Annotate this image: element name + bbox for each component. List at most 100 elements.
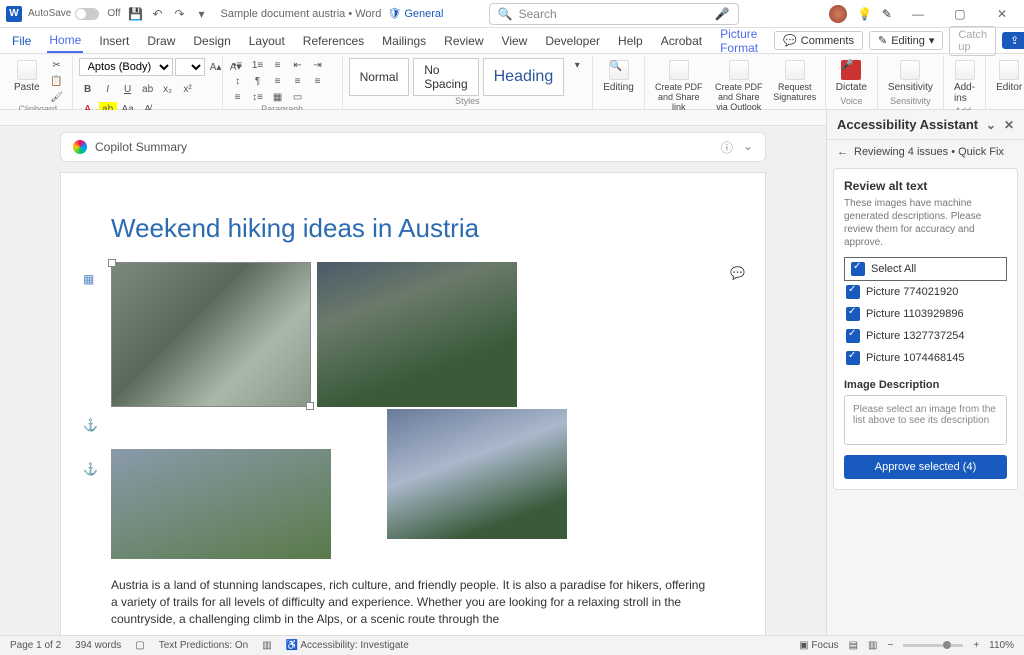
- bullets-button[interactable]: •≡: [229, 58, 247, 72]
- display-settings-icon[interactable]: ▥: [262, 640, 271, 651]
- user-avatar[interactable]: [829, 5, 847, 23]
- zoom-in-icon[interactable]: +: [973, 640, 979, 651]
- style-heading[interactable]: Heading: [483, 58, 565, 96]
- pen-icon[interactable]: ✎: [882, 7, 892, 21]
- font-name-select[interactable]: Aptos (Body): [79, 58, 173, 76]
- editor-button[interactable]: Editor: [992, 58, 1024, 95]
- close-button[interactable]: ✕: [986, 3, 1018, 25]
- zoom-slider[interactable]: [903, 644, 963, 647]
- style-no-spacing[interactable]: No Spacing: [413, 58, 478, 96]
- paste-button[interactable]: Paste: [10, 58, 44, 95]
- redo-icon[interactable]: ↷: [172, 6, 188, 22]
- focus-mode[interactable]: ▣ Focus: [799, 640, 838, 651]
- bold-button[interactable]: B: [79, 82, 97, 96]
- decrease-indent-button[interactable]: ⇤: [289, 58, 307, 72]
- select-all-row[interactable]: Select All: [844, 257, 1007, 281]
- info-icon[interactable]: ⓘ: [721, 139, 733, 156]
- checkbox-icon[interactable]: [846, 307, 860, 321]
- comments-button[interactable]: 💬 Comments: [774, 31, 863, 50]
- tab-draw[interactable]: Draw: [145, 30, 177, 52]
- tab-file[interactable]: File: [10, 30, 33, 52]
- mic-icon[interactable]: 🎤: [715, 7, 730, 21]
- checkbox-icon[interactable]: [851, 262, 865, 276]
- sensitivity-button[interactable]: Sensitivity: [884, 58, 937, 95]
- shading-button[interactable]: ▦: [269, 90, 287, 104]
- close-panel-icon[interactable]: ✕: [1004, 118, 1014, 132]
- align-right-button[interactable]: ≡: [309, 74, 327, 88]
- request-signatures-button[interactable]: Request Signatures: [771, 58, 819, 104]
- comment-icon[interactable]: 💬: [730, 266, 745, 280]
- styles-more-icon[interactable]: ▾: [568, 58, 586, 72]
- panel-breadcrumb[interactable]: ← Reviewing 4 issues • Quick Fix: [827, 140, 1024, 164]
- selected-image[interactable]: [111, 262, 311, 407]
- image-4[interactable]: [387, 409, 567, 539]
- layout-options-icon[interactable]: ▦: [83, 272, 99, 288]
- qat-dropdown-icon[interactable]: ▾: [194, 6, 210, 22]
- checkbox-icon[interactable]: [846, 329, 860, 343]
- page-status[interactable]: Page 1 of 2: [10, 640, 61, 651]
- description-box[interactable]: Please select an image from the list abo…: [844, 395, 1007, 445]
- tab-layout[interactable]: Layout: [247, 30, 287, 52]
- word-count[interactable]: 394 words: [75, 640, 121, 651]
- tab-picture-format[interactable]: Picture Format: [718, 23, 760, 59]
- image-list-item[interactable]: Picture 1327737254: [844, 325, 1007, 347]
- style-normal[interactable]: Normal: [349, 58, 410, 96]
- accessibility-status[interactable]: ♿ Accessibility: Investigate: [286, 640, 409, 651]
- image-list-item[interactable]: Picture 1074468145: [844, 347, 1007, 369]
- copilot-summary-bar[interactable]: Copilot Summary ⓘ ⌄: [60, 132, 766, 162]
- line-spacing-button[interactable]: ↕≡: [249, 90, 267, 104]
- sort-button[interactable]: ↕: [229, 74, 247, 88]
- language-icon[interactable]: ▢: [135, 640, 144, 651]
- format-painter-icon[interactable]: 🖌: [48, 90, 66, 104]
- chevron-down-icon[interactable]: ⌄: [986, 118, 996, 132]
- approve-button[interactable]: Approve selected (4): [844, 455, 1007, 479]
- catchup-button[interactable]: Catch up: [949, 26, 996, 56]
- save-icon[interactable]: 💾: [128, 6, 144, 22]
- create-pdf-share-link-button[interactable]: Create PDF and Share link: [651, 58, 707, 114]
- tab-references[interactable]: References: [301, 30, 366, 52]
- superscript-button[interactable]: x²: [179, 82, 197, 96]
- editing-button[interactable]: 🔍Editing: [599, 58, 638, 95]
- show-marks-button[interactable]: ¶: [249, 74, 267, 88]
- image-2[interactable]: [317, 262, 517, 407]
- justify-button[interactable]: ≡: [229, 90, 247, 104]
- image-list-item[interactable]: Picture 774021920: [844, 281, 1007, 303]
- tab-developer[interactable]: Developer: [543, 30, 602, 52]
- tab-acrobat[interactable]: Acrobat: [659, 30, 704, 52]
- tab-view[interactable]: View: [500, 30, 530, 52]
- underline-button[interactable]: U: [119, 82, 137, 96]
- editing-mode-button[interactable]: ✎ Editing ▾: [869, 31, 943, 50]
- view-print-icon[interactable]: ▤: [849, 640, 858, 651]
- view-web-icon[interactable]: ▥: [868, 640, 877, 651]
- document-area[interactable]: Copilot Summary ⓘ ⌄ Weekend hiking ideas…: [0, 110, 826, 635]
- dictate-button[interactable]: 🎤Dictate: [832, 58, 871, 95]
- autosave-toggle[interactable]: [75, 8, 99, 20]
- create-pdf-outlook-button[interactable]: Create PDF and Share via Outlook: [711, 58, 767, 114]
- text-predictions[interactable]: Text Predictions: On: [159, 640, 248, 651]
- image-3[interactable]: [111, 449, 331, 559]
- tab-review[interactable]: Review: [442, 30, 485, 52]
- search-input[interactable]: 🔍 Search 🎤: [489, 3, 739, 25]
- borders-button[interactable]: ▭: [289, 90, 307, 104]
- tab-help[interactable]: Help: [616, 30, 645, 52]
- minimize-button[interactable]: —: [902, 3, 934, 25]
- italic-button[interactable]: I: [99, 82, 117, 96]
- addins-button[interactable]: Add-ins: [950, 58, 979, 106]
- tab-home[interactable]: Home: [47, 29, 83, 53]
- maximize-button[interactable]: ▢: [944, 3, 976, 25]
- zoom-out-icon[interactable]: −: [887, 640, 893, 651]
- align-center-button[interactable]: ≡: [289, 74, 307, 88]
- tab-design[interactable]: Design: [191, 30, 232, 52]
- ruler[interactable]: [0, 110, 826, 126]
- copy-icon[interactable]: 📋: [48, 74, 66, 88]
- align-left-button[interactable]: ≡: [269, 74, 287, 88]
- zoom-level[interactable]: 110%: [989, 640, 1014, 651]
- lightbulb-icon[interactable]: 💡: [857, 7, 872, 21]
- numbering-button[interactable]: 1≡: [249, 58, 267, 72]
- checkbox-icon[interactable]: [846, 285, 860, 299]
- cut-icon[interactable]: ✂: [48, 58, 66, 72]
- image-list-item[interactable]: Picture 1103929896: [844, 303, 1007, 325]
- strike-button[interactable]: ab: [139, 82, 157, 96]
- chevron-down-icon[interactable]: ⌄: [743, 139, 753, 156]
- tab-mailings[interactable]: Mailings: [380, 30, 428, 52]
